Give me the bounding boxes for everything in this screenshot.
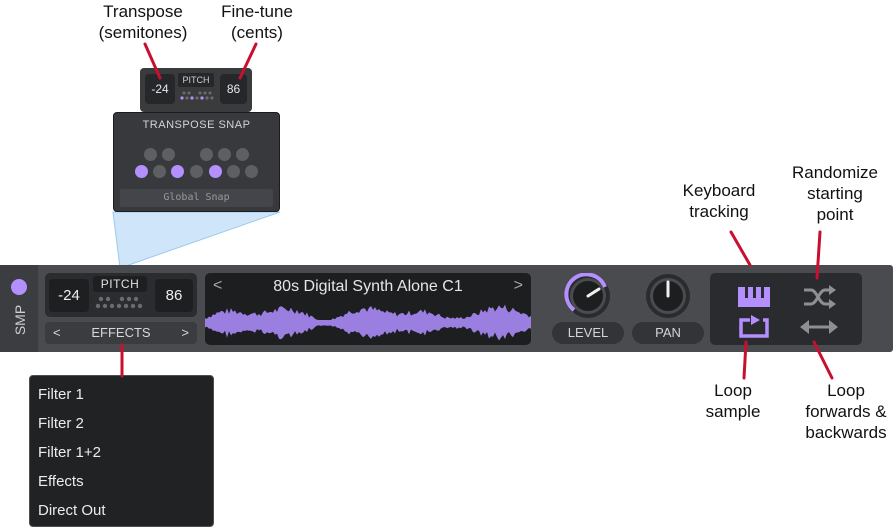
snap-key-bottom-5[interactable] (209, 165, 222, 178)
sample-name: 80s Digital Synth Alone C1 (273, 278, 463, 295)
snap-key-bottom-2[interactable] (153, 165, 166, 178)
menu-item-filter-1-2[interactable]: Filter 1+2 (38, 444, 101, 461)
strip-side-panel: SMP (0, 265, 38, 352)
snap-popup-title: TRANSPOSE SNAP (142, 119, 251, 131)
menu-item-filter-1[interactable]: Filter 1 (38, 386, 84, 403)
annotation-finetune: Fine-tune (cents) (214, 1, 300, 43)
waveform-graphic (205, 304, 531, 341)
level-label: LEVEL (552, 322, 624, 344)
annotation-line: starting (807, 184, 863, 203)
annotation-line: (semitones) (98, 23, 188, 42)
annotation-line: Loop (827, 381, 865, 400)
annotation-line: Randomize (792, 163, 878, 182)
level-knob[interactable] (563, 273, 613, 319)
sample-next-arrow[interactable]: > (514, 277, 523, 295)
effects-selector[interactable]: < EFFECTS > (45, 322, 197, 344)
snap-key-bottom-4[interactable] (190, 165, 203, 178)
mini-snap-dots (180, 91, 214, 100)
menu-item-filter-2[interactable]: Filter 2 (38, 415, 84, 432)
annotation-line: backwards (805, 423, 887, 442)
annotation-line: Transpose (103, 2, 183, 21)
transpose-snap-popup: TRANSPOSE SNAP Global Snap (113, 112, 280, 212)
menu-item-effects[interactable]: Effects (38, 473, 84, 490)
effects-menu: Filter 1 Filter 2 Filter 1+2 Effects Dir… (29, 375, 214, 527)
mini-finetune-value[interactable]: 86 (220, 74, 247, 104)
mini-pitch-title: PITCH (178, 73, 214, 87)
menu-item-direct-out[interactable]: Direct Out (38, 502, 106, 519)
mini-transpose-value[interactable]: -24 (145, 74, 175, 104)
annotation-line: (cents) (231, 23, 283, 42)
pan-knob[interactable] (643, 273, 693, 319)
sample-waveform[interactable]: < 80s Digital Synth Alone C1 > (205, 273, 531, 345)
annotation-line: Keyboard (682, 181, 756, 200)
snap-key-bottom-1[interactable] (135, 165, 148, 178)
snap-key-top-2[interactable] (162, 148, 175, 161)
annotation-randomize: Randomize starting point (785, 162, 885, 225)
annotation-transpose: Transpose (semitones) (95, 1, 191, 43)
effects-next-arrow[interactable]: > (181, 322, 189, 344)
pitch-section: -24 PITCH 86 (45, 273, 197, 317)
global-snap-button[interactable]: Global Snap (120, 189, 273, 207)
loop-sample-icon[interactable] (738, 315, 770, 339)
pitch-title: PITCH (93, 276, 147, 292)
strip-label: SMP (12, 304, 28, 336)
annotation-line: tracking (689, 202, 749, 221)
enable-indicator[interactable] (11, 279, 27, 295)
loop-forward-backward-icon[interactable] (800, 318, 838, 336)
snap-key-bottom-7[interactable] (245, 165, 258, 178)
playback-options (710, 273, 862, 345)
annotation-loop-sample: Loop sample (697, 380, 769, 422)
annotation-keyboard-tracking: Keyboard tracking (675, 180, 763, 222)
snap-key-top-3[interactable] (200, 148, 213, 161)
finetune-value[interactable]: 86 (155, 279, 193, 312)
keyboard-tracking-icon[interactable] (738, 287, 770, 307)
mini-pitch-widget: -24 PITCH 86 (140, 68, 252, 112)
randomize-start-icon[interactable] (802, 285, 836, 309)
annotation-line: forwards & (805, 402, 887, 421)
snap-key-bottom-3[interactable] (171, 165, 184, 178)
snap-key-top-4[interactable] (218, 148, 231, 161)
annotation-loop-forward-backward: Loop forwards & backwards (800, 380, 892, 443)
sampler-strip: SMP -24 PITCH 86 < EFFECTS > < 80s Digit… (0, 265, 893, 352)
annotation-line: sample (705, 402, 761, 421)
annotation-line: Loop (714, 381, 752, 400)
effects-label: EFFECTS (91, 325, 151, 340)
annotation-line: point (816, 205, 854, 224)
snap-key-top-1[interactable] (144, 148, 157, 161)
snap-key-bottom-6[interactable] (227, 165, 240, 178)
transpose-value[interactable]: -24 (49, 279, 89, 312)
pan-label: PAN (632, 322, 704, 344)
pitch-snap-dots (95, 296, 143, 309)
snap-key-top-5[interactable] (236, 148, 249, 161)
annotation-line: Fine-tune (221, 2, 293, 21)
